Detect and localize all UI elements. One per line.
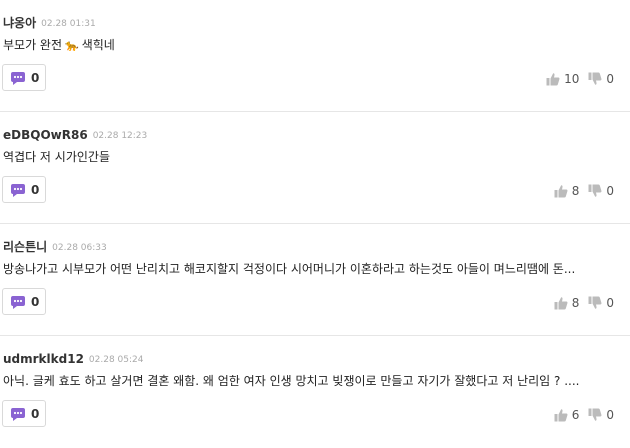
vote-controls: 8 0 — [554, 183, 614, 199]
dislike-button[interactable]: 0 — [588, 183, 614, 199]
reply-count: 0 — [31, 407, 40, 421]
comment-text: 방송나가고 시부모가 어떤 난리치고 해코지할지 걱정이다 시어머니가 이혼하라… — [3, 262, 576, 276]
like-button[interactable]: 8 — [554, 295, 580, 311]
thumbs-down-icon — [588, 72, 602, 85]
dislike-button[interactable]: 0 — [588, 71, 614, 87]
dislike-button[interactable]: 0 — [588, 295, 614, 311]
comment-text: 역겹다 저 시가인간들 — [3, 150, 110, 164]
comment-author[interactable]: 냐옹아 — [3, 16, 36, 30]
thumbs-down-icon — [588, 408, 602, 421]
speech-bubble-icon — [11, 408, 25, 421]
like-button[interactable]: 6 — [554, 407, 580, 423]
thumbs-up-icon — [554, 409, 568, 422]
dislike-count: 0 — [606, 72, 614, 86]
comment-meta: 리슨튼니 02.28 06:33 — [3, 238, 107, 254]
dislike-count: 0 — [606, 184, 614, 198]
vote-controls: 6 0 — [554, 407, 614, 423]
comment-item: eDBQOwR86 02.28 12:23 역겹다 저 시가인간들 0 8 0 — [0, 112, 630, 224]
vote-controls: 10 0 — [546, 71, 614, 87]
comment-time: 02.28 12:23 — [92, 131, 148, 141]
like-count: 8 — [571, 296, 580, 310]
comment-time: 02.28 01:31 — [41, 19, 96, 29]
reply-count: 0 — [31, 183, 40, 197]
like-count: 6 — [571, 408, 580, 422]
comment-text-part: 부모가 완전 — [3, 38, 63, 52]
comment-text: 부모가 완전 🐆 색힉네 — [3, 37, 615, 54]
thumbs-up-icon — [554, 297, 568, 310]
reply-button[interactable]: 0 — [2, 288, 46, 315]
comment-author[interactable]: eDBQOwR86 — [3, 128, 88, 142]
reply-count: 0 — [31, 71, 40, 85]
thumbs-down-icon — [588, 296, 602, 309]
like-button[interactable]: 8 — [554, 183, 580, 199]
speech-bubble-icon — [11, 296, 25, 309]
comment-time: 02.28 05:24 — [88, 355, 144, 365]
reply-button[interactable]: 0 — [2, 176, 46, 203]
comment-meta: eDBQOwR86 02.28 12:23 — [3, 126, 147, 142]
comment-meta: udmrklkd12 02.28 05:24 — [3, 350, 143, 366]
vote-controls: 8 0 — [554, 295, 614, 311]
reply-button[interactable]: 0 — [2, 400, 46, 427]
comment-item: udmrklkd12 02.28 05:24 아닉. 글케 효도 하고 살거면 결… — [0, 336, 630, 448]
dislike-count: 0 — [606, 296, 614, 310]
leopard-emoji-icon: 🐆 — [65, 39, 79, 52]
thumbs-up-icon — [554, 185, 568, 198]
speech-bubble-icon — [11, 72, 25, 85]
comment-meta: 냐옹아 02.28 01:31 — [3, 14, 96, 30]
comment-author[interactable]: 리슨튼니 — [3, 240, 47, 254]
comment-text: 아닉. 글케 효도 하고 살거면 결혼 왜함. 왜 엄한 여자 인생 망치고 빚… — [3, 374, 580, 388]
like-button[interactable]: 10 — [546, 71, 579, 87]
like-count: 8 — [571, 184, 580, 198]
comment-item: 냐옹아 02.28 01:31 부모가 완전 🐆 색힉네 0 10 0 — [0, 0, 630, 112]
thumbs-up-icon — [546, 73, 560, 86]
dislike-count: 0 — [606, 408, 614, 422]
comment-text-part: 색힉네 — [81, 38, 115, 52]
like-count: 10 — [564, 72, 580, 86]
reply-count: 0 — [31, 295, 40, 309]
comment-item: 리슨튼니 02.28 06:33 방송나가고 시부모가 어떤 난리치고 해코지할지… — [0, 224, 630, 336]
comment-author[interactable]: udmrklkd12 — [3, 352, 84, 366]
speech-bubble-icon — [11, 184, 25, 197]
thumbs-down-icon — [588, 184, 602, 197]
dislike-button[interactable]: 0 — [588, 407, 614, 423]
comment-time: 02.28 06:33 — [52, 243, 107, 253]
reply-button[interactable]: 0 — [2, 64, 46, 91]
